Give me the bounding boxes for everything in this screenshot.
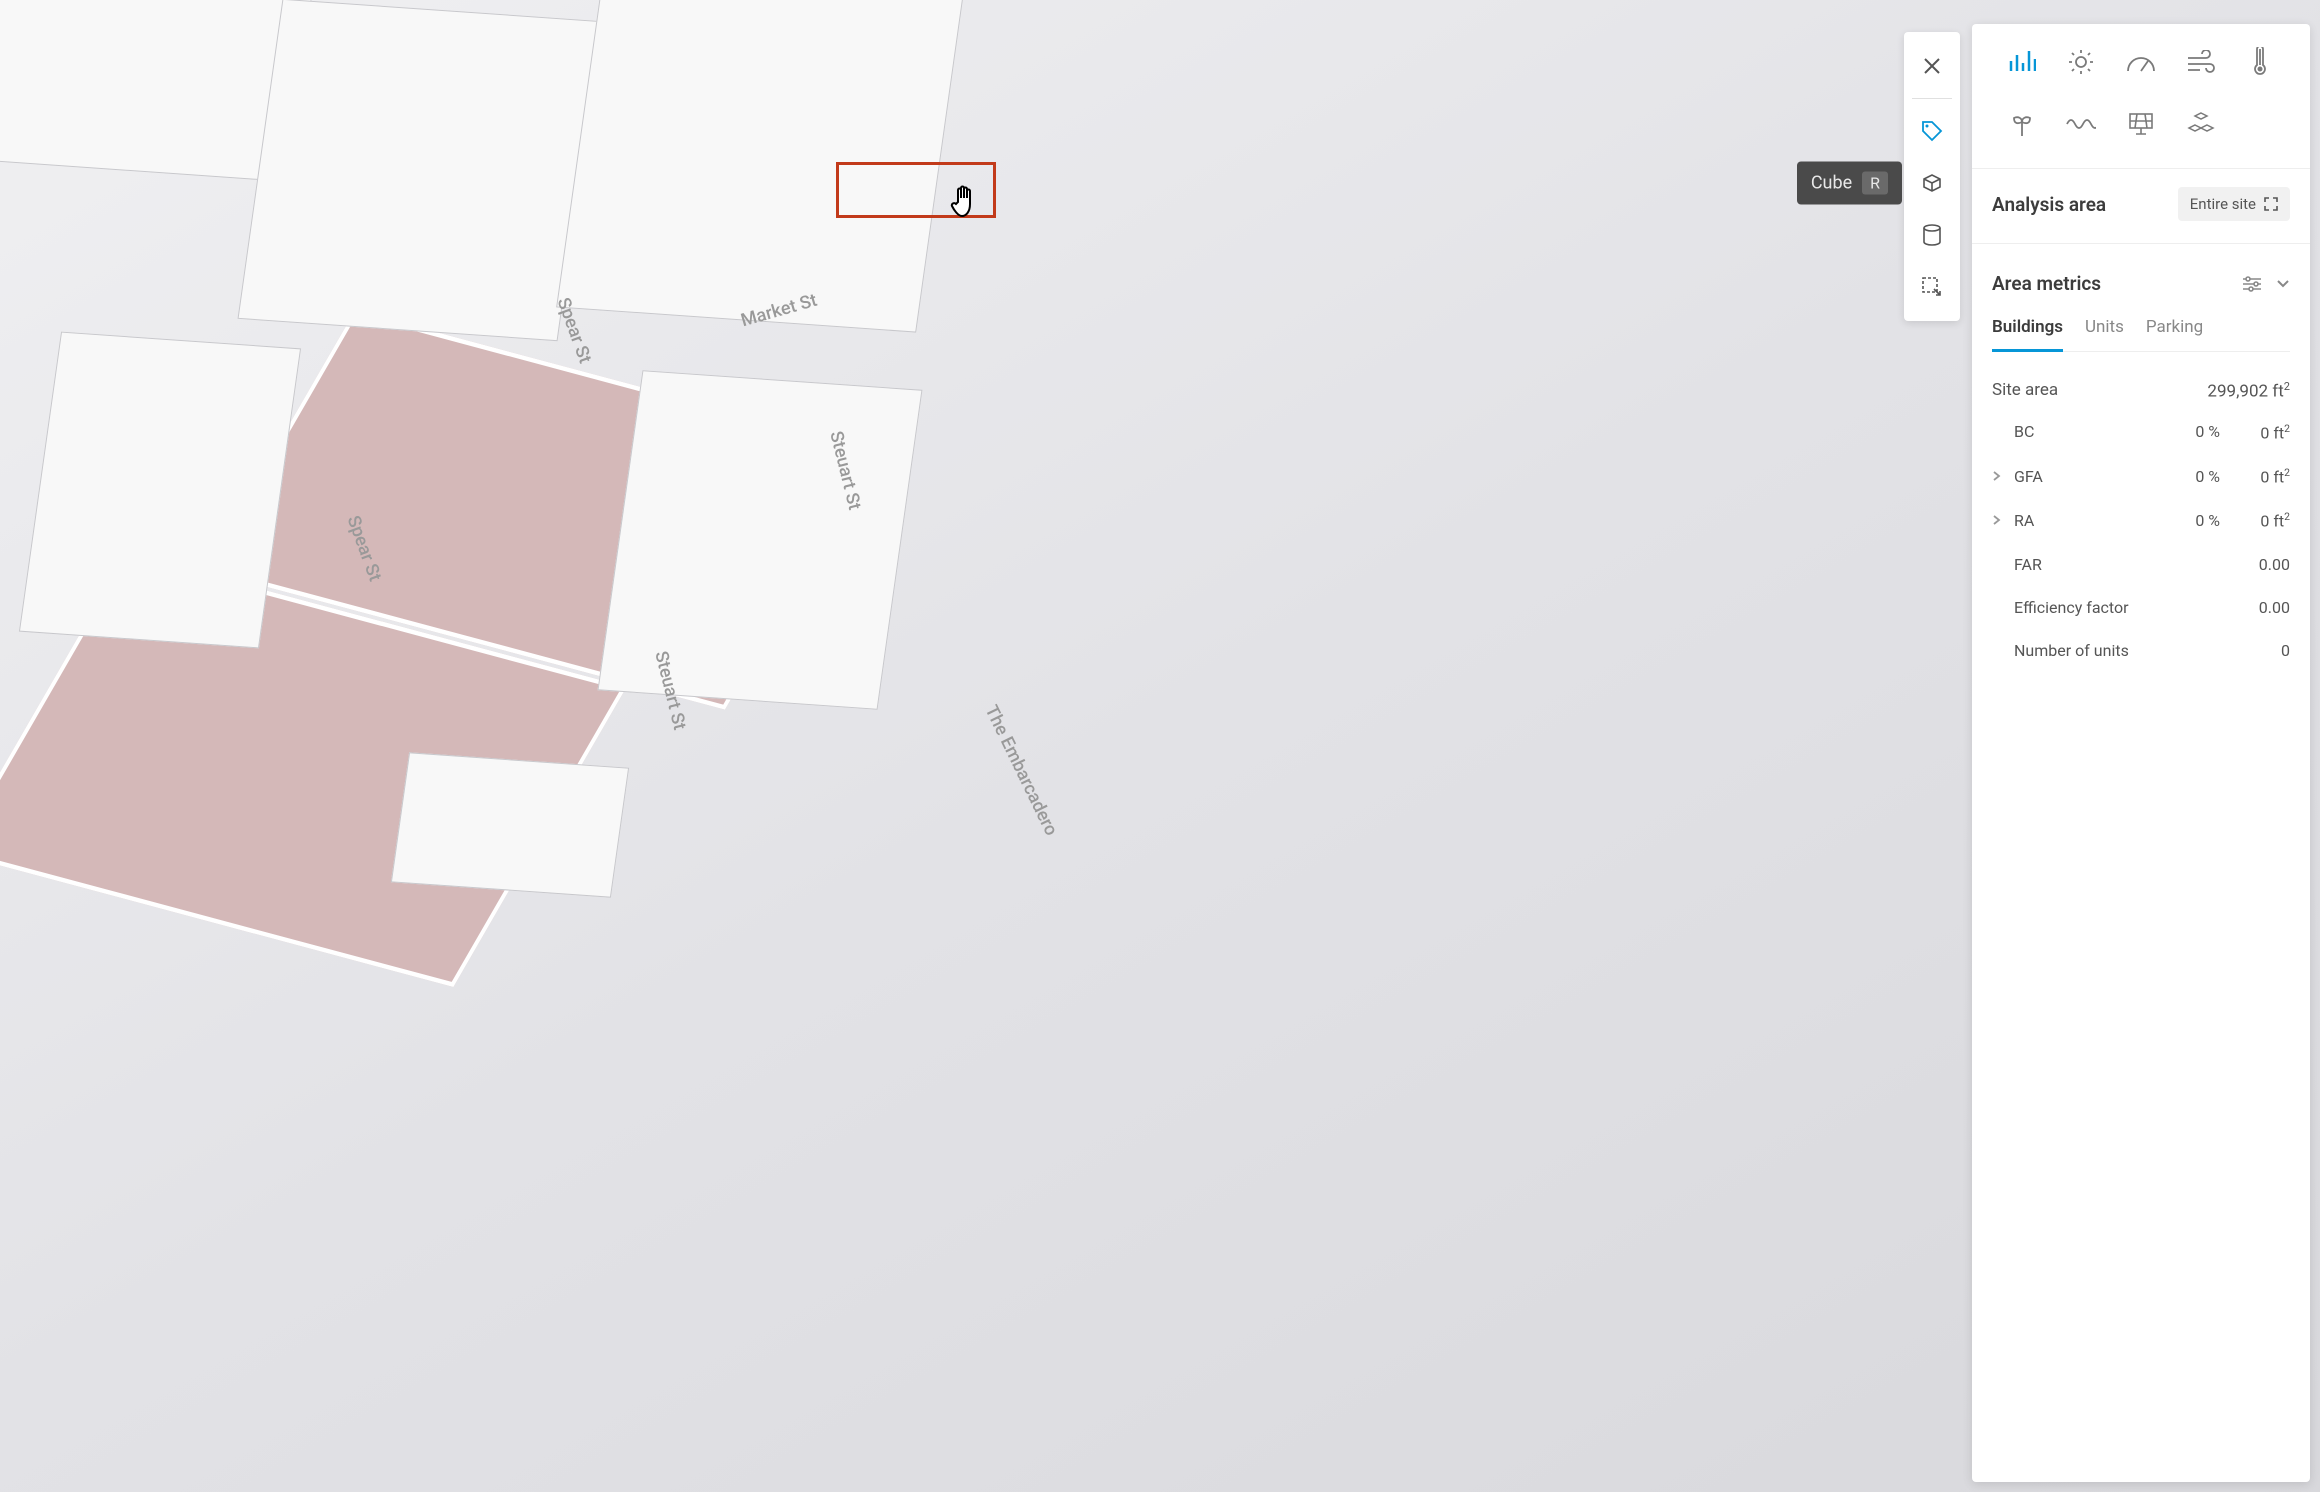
- wave-icon[interactable]: [2052, 104, 2112, 144]
- sun-icon[interactable]: [2052, 42, 2112, 82]
- close-tool-button[interactable]: [1904, 40, 1960, 92]
- street-label: The Embarcadero: [980, 702, 1061, 839]
- tool-toolbar: Cube R: [1904, 32, 1960, 321]
- metric-percent: 0 %: [2160, 422, 2220, 441]
- metric-percent: 0 %: [2160, 467, 2220, 486]
- metric-value: 0 ft2: [2228, 466, 2290, 486]
- metric-key: Number of units: [2014, 641, 2220, 660]
- metric-row[interactable]: RA 0 % 0 ft2: [1992, 498, 2290, 542]
- cube-tool-button[interactable]: Cube R: [1904, 157, 1960, 209]
- metric-key: FAR: [2014, 555, 2220, 574]
- chevron-right-icon: [1992, 511, 2006, 530]
- metric-row: Number of units 0: [1992, 629, 2290, 672]
- tab-parking[interactable]: Parking: [2146, 311, 2203, 352]
- chevron-right-icon: [1992, 467, 2006, 486]
- metric-key: RA: [2014, 511, 2152, 530]
- metric-row[interactable]: GFA 0 % 0 ft2: [1992, 454, 2290, 498]
- tool-tooltip: Cube R: [1797, 162, 1902, 205]
- cylinder-tool-button[interactable]: [1904, 209, 1960, 261]
- analysis-type-grid: [1992, 42, 2290, 144]
- site-area-value: 299,902 ft2: [2207, 380, 2290, 402]
- metric-value: 0.00: [2228, 598, 2290, 617]
- wind-icon[interactable]: [2171, 42, 2231, 82]
- metrics-tabs: Buildings Units Parking: [1992, 311, 2290, 352]
- chevron-down-icon[interactable]: [2276, 279, 2290, 289]
- scope-label: Entire site: [2190, 195, 2256, 213]
- metric-value: 0 ft2: [2228, 422, 2290, 442]
- analysis-panel: Analysis area Entire site Area metrics B…: [1972, 24, 2310, 1482]
- metric-value: 0 ft2: [2228, 510, 2290, 530]
- metric-value: 0.00: [2228, 555, 2290, 574]
- metric-row: FAR 0.00: [1992, 543, 2290, 586]
- settings-sliders-icon[interactable]: [2242, 276, 2262, 292]
- thermometer-icon[interactable]: [2230, 42, 2290, 82]
- metric-key: Efficiency factor: [2014, 598, 2220, 617]
- tab-buildings[interactable]: Buildings: [1992, 311, 2063, 352]
- boxes-icon[interactable]: [2171, 104, 2231, 144]
- area-metrics-label: Area metrics: [1992, 272, 2101, 295]
- plant-icon[interactable]: [1992, 104, 2052, 144]
- metric-row: BC 0 % 0 ft2: [1992, 410, 2290, 454]
- metric-row: Efficiency factor 0.00: [1992, 586, 2290, 629]
- bar-chart-icon[interactable]: [1992, 42, 2052, 82]
- tab-units[interactable]: Units: [2085, 311, 2124, 352]
- metric-key: BC: [2014, 422, 2152, 441]
- metric-percent: 0 %: [2160, 511, 2220, 530]
- gauge-icon[interactable]: [2111, 42, 2171, 82]
- analysis-area-label: Analysis area: [1992, 193, 2106, 216]
- metric-key: GFA: [2014, 467, 2152, 486]
- expand-icon: [2264, 197, 2278, 211]
- tag-tool-button[interactable]: [1904, 105, 1960, 157]
- solar-panel-icon[interactable]: [2111, 104, 2171, 144]
- select-tool-button[interactable]: [1904, 261, 1960, 313]
- scope-selector[interactable]: Entire site: [2178, 187, 2290, 221]
- metric-value: 0: [2228, 641, 2290, 660]
- tooltip-label: Cube: [1811, 173, 1852, 194]
- site-area-label: Site area: [1992, 380, 2058, 402]
- tooltip-shortcut: R: [1862, 172, 1888, 195]
